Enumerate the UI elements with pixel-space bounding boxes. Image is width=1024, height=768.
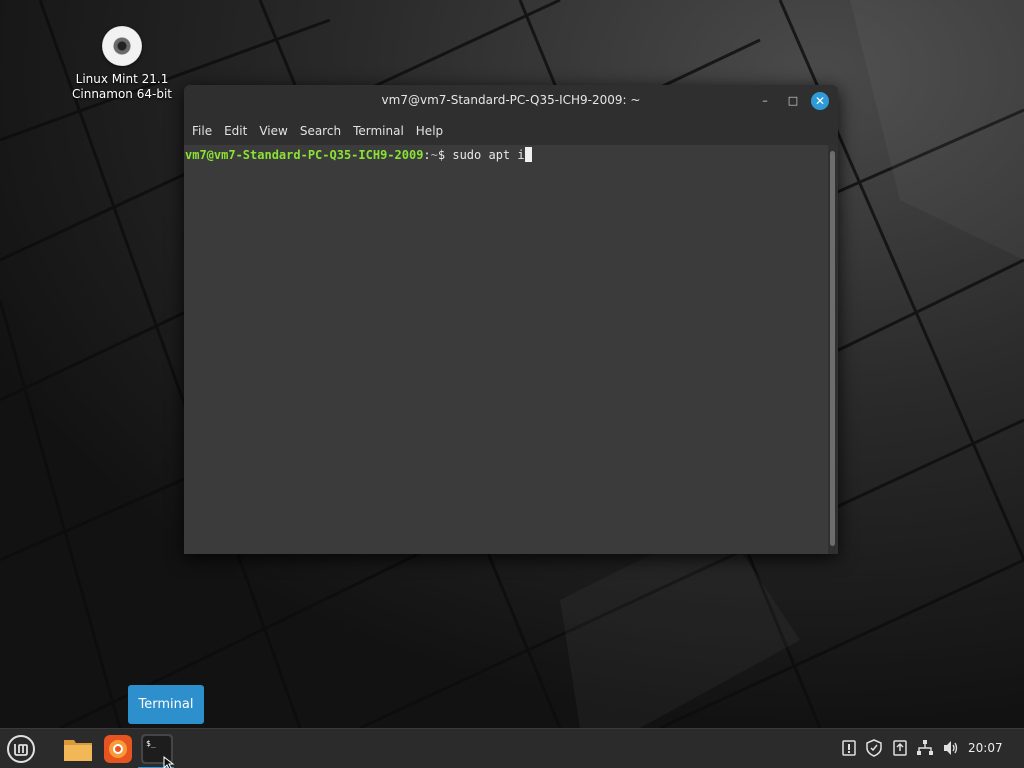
- taskbar-tooltip: Terminal: [128, 685, 204, 724]
- menu-edit[interactable]: Edit: [218, 124, 253, 138]
- network-icon[interactable]: [916, 739, 934, 757]
- menu-icon: [7, 735, 35, 763]
- terminal-output-area[interactable]: vm7@vm7-Standard-PC-Q35-ICH9-2009:~$ sud…: [184, 145, 828, 554]
- files-folder-icon: [64, 740, 92, 761]
- prompt-user-host: vm7@vm7-Standard-PC-Q35-ICH9-2009: [185, 148, 424, 162]
- window-title: vm7@vm7-Standard-PC-Q35-ICH9-2009: ~: [381, 93, 641, 107]
- maximize-button[interactable]: □: [784, 92, 802, 110]
- desktop-icon-install-media[interactable]: Linux Mint 21.1 Cinnamon 64-bit: [62, 24, 182, 102]
- text-cursor: [524, 147, 532, 162]
- volume-icon[interactable]: [942, 739, 960, 757]
- minimize-button[interactable]: –: [756, 92, 774, 110]
- clipboard-icon[interactable]: [891, 739, 909, 757]
- prompt-symbol: $: [437, 148, 453, 162]
- terminal-window[interactable]: vm7@vm7-Standard-PC-Q35-ICH9-2009: ~ – □…: [184, 85, 838, 554]
- terminal-scrollbar[interactable]: [828, 145, 838, 554]
- scrollbar-thumb[interactable]: [830, 151, 835, 546]
- firefox-icon: [104, 735, 132, 763]
- desktop-icon-label: Linux Mint 21.1 Cinnamon 64-bit: [62, 72, 182, 102]
- menu-search[interactable]: Search: [294, 124, 347, 138]
- menu-terminal[interactable]: Terminal: [347, 124, 410, 138]
- prompt-separator: :: [423, 148, 431, 162]
- menu-help[interactable]: Help: [410, 124, 449, 138]
- update-manager-icon[interactable]: [840, 739, 858, 757]
- menubar: File Edit View Search Terminal Help: [184, 116, 838, 145]
- files-launcher[interactable]: [62, 733, 94, 765]
- prompt-path: ~: [430, 148, 438, 162]
- desktop-icon-label-line2: Cinnamon 64-bit: [72, 87, 172, 101]
- shield-icon[interactable]: [865, 739, 883, 757]
- menu-file[interactable]: File: [186, 124, 218, 138]
- desktop: Linux Mint 21.1 Cinnamon 64-bit vm7@vm7-…: [0, 0, 1024, 768]
- cdrom-disc-icon: [102, 26, 142, 66]
- typed-command: sudo apt i: [452, 148, 525, 162]
- svg-text:$_: $_: [146, 739, 156, 748]
- menu-view[interactable]: View: [253, 124, 293, 138]
- window-titlebar[interactable]: vm7@vm7-Standard-PC-Q35-ICH9-2009: ~ – □…: [184, 85, 838, 116]
- firefox-launcher[interactable]: [102, 733, 134, 765]
- bottom-panel: $_ 20:07: [0, 728, 1024, 768]
- command-line: vm7@vm7-Standard-PC-Q35-ICH9-2009:~$ sud…: [185, 147, 532, 163]
- panel-clock[interactable]: 20:07: [968, 741, 1003, 755]
- start-menu-button[interactable]: [5, 733, 37, 765]
- desktop-icon-label-line1: Linux Mint 21.1: [75, 72, 169, 86]
- close-button[interactable]: ✕: [811, 92, 829, 110]
- mouse-pointer-icon: [163, 756, 175, 768]
